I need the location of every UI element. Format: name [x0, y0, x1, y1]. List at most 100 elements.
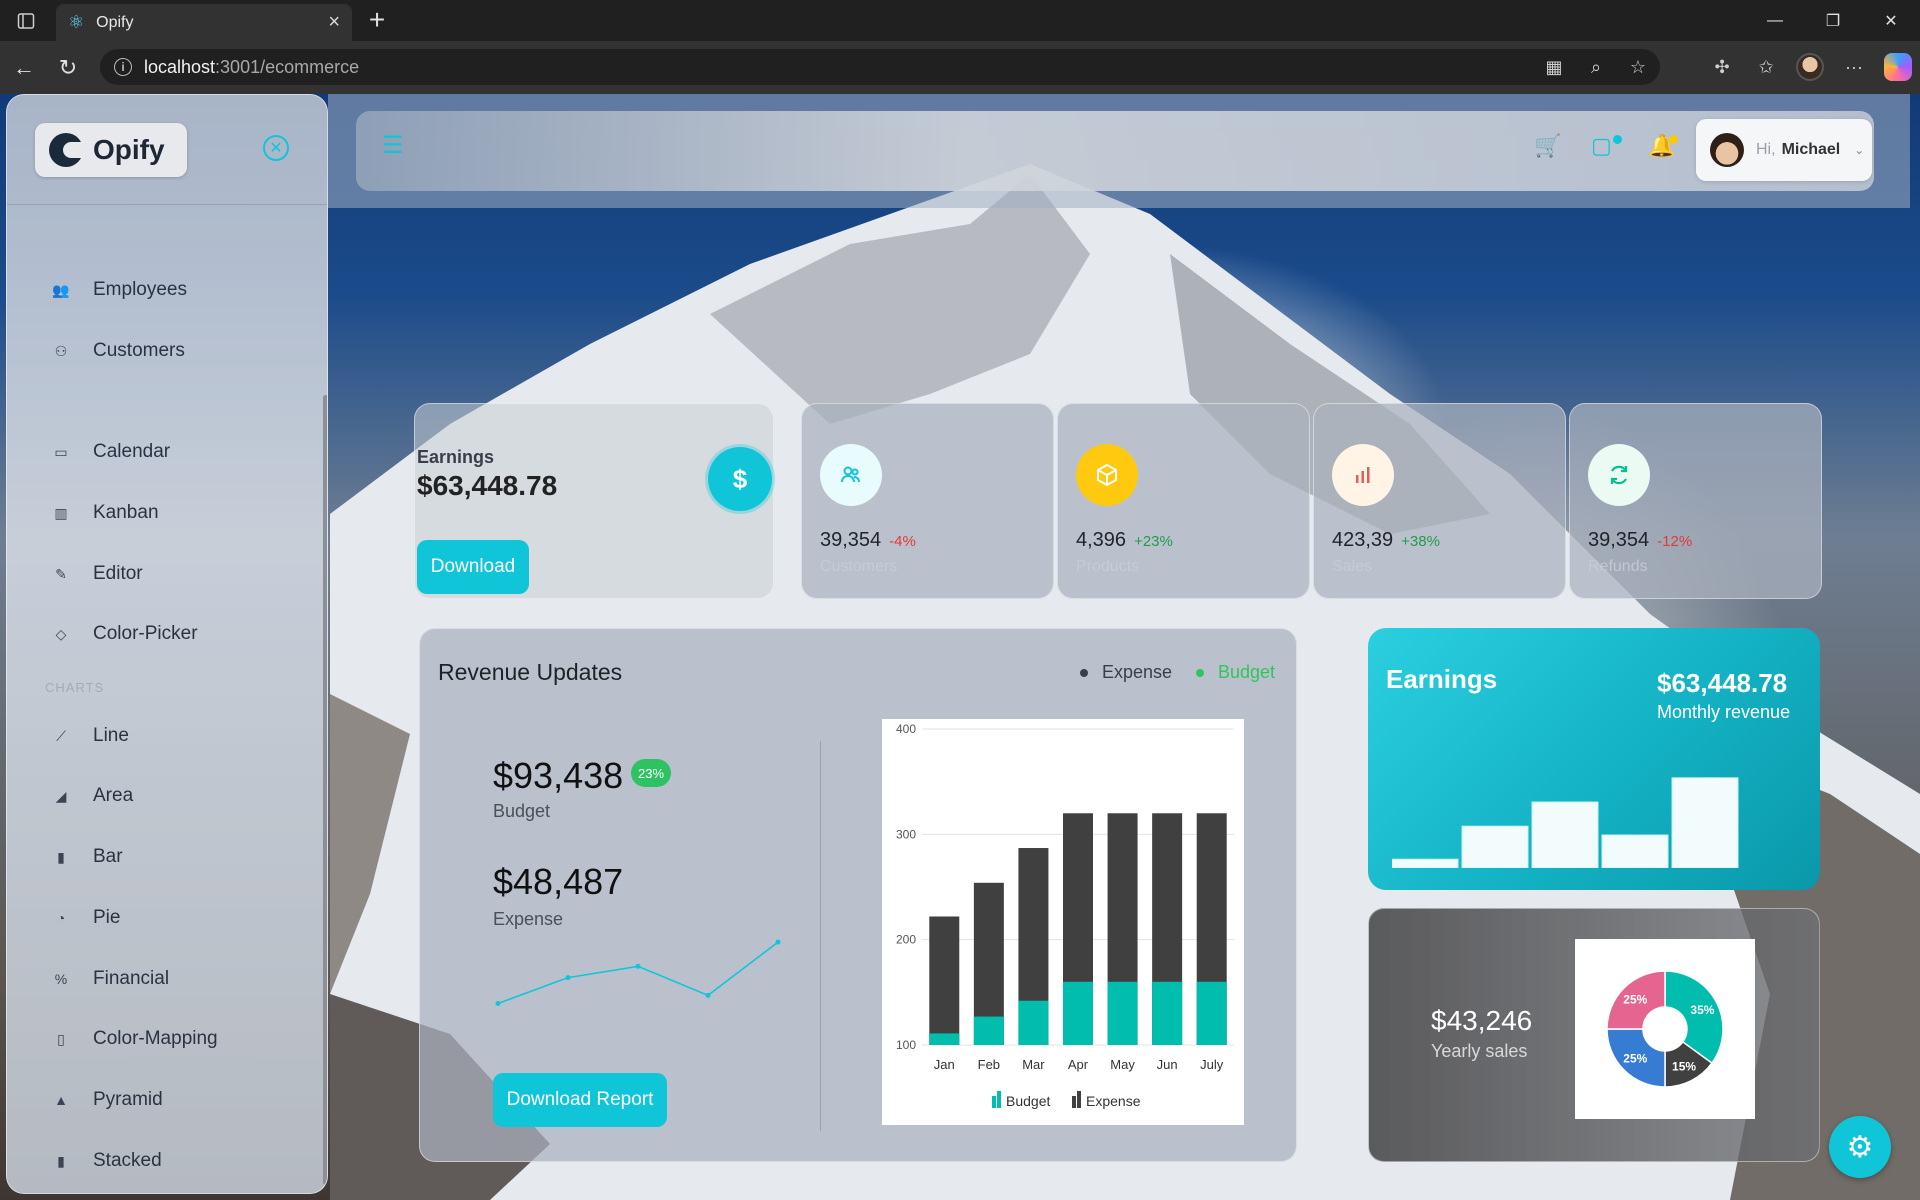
budget-value: $93,438: [493, 755, 624, 796]
sidebar-item-financial[interactable]: % Financial: [51, 968, 169, 990]
browser-titlebar: ⚛ Opify × + — ❐ ✕: [0, 0, 1920, 41]
sales-bars-icon[interactable]: [1332, 444, 1394, 506]
stat-label: Refunds: [1588, 558, 1648, 575]
sidebar-item-kanban[interactable]: ▥ Kanban: [51, 502, 159, 524]
box-icon[interactable]: [1076, 444, 1138, 506]
address-bar[interactable]: i localhost:3001/ecommerce: [100, 49, 1660, 85]
dollar-icon[interactable]: $: [708, 447, 772, 511]
sidebar-item-color-mapping[interactable]: ▯ Color-Mapping: [51, 1028, 218, 1050]
extensions-icon[interactable]: ✣: [1708, 49, 1736, 85]
expense-label: Expense: [493, 909, 564, 929]
sidebar-item-color-picker[interactable]: ◇ Color-Picker: [51, 623, 198, 645]
sidebar: Opify ✕ 👥 Employees ⚇ Customers ▭ Calend…: [6, 94, 328, 1194]
close-sidebar-icon[interactable]: ✕: [263, 135, 289, 161]
sidebar-item-pyramid[interactable]: ▲ Pyramid: [51, 1089, 163, 1111]
legend-expense[interactable]: Expense: [1080, 662, 1172, 683]
cart-icon[interactable]: 🛒: [1534, 133, 1561, 159]
y-tick-label: 300: [896, 827, 916, 841]
legend-label: Expense: [1086, 1093, 1141, 1109]
financial-icon: %: [54, 971, 68, 987]
sidebar-item-calendar[interactable]: ▭ Calendar: [51, 441, 170, 463]
user-name: Michael: [1781, 141, 1841, 158]
close-tab-icon[interactable]: ×: [328, 11, 340, 34]
favorite-star-icon[interactable]: ☆: [1624, 49, 1652, 85]
logo[interactable]: Opify: [35, 123, 187, 177]
stat-label: Sales: [1332, 558, 1373, 575]
chat-icon[interactable]: ▢: [1591, 133, 1612, 159]
x-tick-label: Mar: [1022, 1057, 1045, 1072]
sidebar-item-pie[interactable]: ◔ Pie: [51, 907, 121, 929]
bar-budget: [1018, 1000, 1049, 1045]
calendar-icon: ▭: [54, 443, 68, 460]
stat-change: +23%: [1134, 533, 1173, 550]
minimize-icon[interactable]: —: [1746, 0, 1804, 41]
app-available-icon[interactable]: ▦: [1540, 49, 1568, 85]
more-icon[interactable]: ···: [1840, 49, 1868, 85]
sidebar-item-label: Editor: [93, 563, 143, 584]
copilot-icon[interactable]: [1884, 53, 1912, 81]
sidebar-item-employees[interactable]: 👥 Employees: [51, 279, 187, 301]
legend-swatch: [1072, 1096, 1076, 1108]
budget-badge: 23%: [631, 759, 671, 787]
user-profile-button[interactable]: Hi, Michael ⌄: [1696, 119, 1872, 181]
tab-title: Opify: [96, 13, 134, 31]
sidebar-item-line[interactable]: ⟋ Line: [51, 725, 129, 747]
stat-card-customers: 39,354 -4% Customers: [801, 403, 1054, 599]
refresh-icon[interactable]: [1588, 444, 1650, 506]
sidebar-item-label: Financial: [93, 968, 170, 989]
sidebar-item-label: Kanban: [93, 502, 159, 523]
download-report-button[interactable]: Download Report: [493, 1073, 667, 1127]
window-close-icon[interactable]: ✕: [1862, 0, 1920, 41]
back-icon[interactable]: ←: [2, 46, 46, 90]
earnings-label: Earnings: [417, 447, 495, 467]
sidebar-item-label: Customers: [93, 340, 185, 361]
browser-tab[interactable]: ⚛ Opify ×: [56, 4, 352, 41]
favorites-icon[interactable]: ✩: [1752, 49, 1780, 85]
reload-icon[interactable]: ↻: [46, 46, 90, 90]
browser-profile-avatar[interactable]: [1796, 53, 1824, 81]
x-tick-label: Jun: [1157, 1057, 1178, 1072]
logo-text: Opify: [93, 134, 165, 165]
y-tick-label: 200: [896, 933, 916, 947]
sidebar-item-label: Pie: [93, 907, 121, 928]
donut-label: 35%: [1690, 1003, 1714, 1017]
legend-swatch: [992, 1096, 996, 1108]
people-icon: 👥: [52, 281, 70, 298]
sidebar-item-customers[interactable]: ⚇ Customers: [51, 340, 185, 362]
new-tab-icon[interactable]: +: [362, 6, 392, 36]
legend-budget[interactable]: Budget: [1196, 662, 1275, 683]
color-picker-icon: ◇: [55, 625, 67, 642]
stacked-chart-icon: ▮: [57, 1152, 65, 1169]
sparkline-chart: [495, 939, 781, 1006]
revenue-updates-card: Revenue Updates Expense Budget $93,438 2…: [419, 628, 1297, 1162]
zoom-icon[interactable]: ⌕: [1582, 49, 1610, 85]
tab-actions-icon[interactable]: [0, 0, 52, 41]
site-info-icon[interactable]: i: [114, 58, 132, 76]
kanban-icon: ▥: [54, 504, 68, 521]
sidebar-scrollbar[interactable]: [323, 395, 327, 1185]
budget-expense-bar-chart: 100 200 300 400 Jan Feb Mar Apr May Jun July Budget…: [882, 719, 1244, 1125]
settings-gear-icon[interactable]: ⚙: [1829, 1116, 1891, 1178]
legend-label: Budget: [1006, 1093, 1050, 1109]
sidebar-item-editor[interactable]: ✎ Editor: [51, 563, 143, 585]
monthly-revenue-bar: [1461, 825, 1529, 868]
logo-icon: [49, 133, 83, 167]
stat-value: 39,354 -12%: [1588, 529, 1693, 551]
download-button[interactable]: Download: [417, 540, 529, 594]
earnings-amount: $63,448.78: [417, 470, 558, 501]
url-host: localhost: [144, 56, 216, 77]
user-group-icon: ⚇: [54, 342, 68, 359]
menu-icon[interactable]: ☰: [382, 131, 404, 160]
legend-dot: [1080, 668, 1088, 677]
sidebar-item-label: Calendar: [93, 441, 171, 462]
sidebar-item-bar[interactable]: ▮ Bar: [51, 846, 122, 868]
earnings-card: Earnings $63,448.78 $ Download: [414, 403, 774, 599]
customers-icon[interactable]: [820, 444, 882, 506]
sidebar-item-stacked[interactable]: ▮ Stacked: [51, 1150, 162, 1172]
chevron-down-icon: ⌄: [1854, 143, 1865, 157]
sidebar-item-area[interactable]: ◢ Area: [51, 785, 134, 807]
x-tick-label: May: [1110, 1057, 1135, 1072]
restore-icon[interactable]: ❐: [1804, 0, 1862, 41]
sidebar-item-label: Color-Mapping: [93, 1028, 218, 1049]
pyramid-icon: ▲: [54, 1092, 68, 1108]
